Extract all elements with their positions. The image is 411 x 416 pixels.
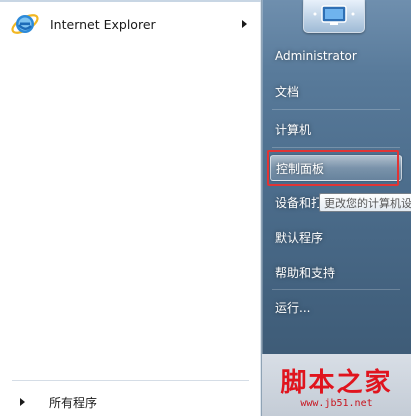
right-item-documents[interactable]: 文档 (270, 78, 402, 104)
internet-explorer-icon (8, 8, 42, 40)
places-divider (272, 147, 400, 148)
submenu-arrow-icon[interactable] (242, 20, 247, 28)
places-divider (272, 109, 400, 110)
pinned-item-label: Internet Explorer (50, 16, 156, 32)
right-item-label: 计算机 (275, 122, 312, 137)
tooltip: 更改您的计算机设 (319, 193, 411, 212)
user-picture[interactable] (303, 0, 365, 33)
right-item-label: 运行... (275, 300, 311, 315)
right-item-help-support[interactable]: 帮助和支持 (270, 259, 402, 285)
start-menu: Internet Explorer 所有程序 Administrator 文档 (0, 0, 411, 416)
places-divider (272, 289, 400, 290)
all-programs-label: 所有程序 (49, 395, 98, 410)
programs-pane: Internet Explorer 所有程序 (0, 0, 262, 416)
pinned-item-internet-explorer[interactable]: Internet Explorer (8, 8, 253, 40)
watermark: 脚本之家 www.jb51.net (262, 358, 411, 416)
right-item-computer[interactable]: 计算机 (270, 116, 402, 142)
right-item-label: Administrator (275, 49, 357, 63)
right-item-label: 帮助和支持 (275, 265, 336, 280)
right-item-label: 文档 (275, 84, 300, 99)
all-programs-button[interactable]: 所有程序 (10, 392, 240, 412)
highlight-annotation (267, 150, 399, 186)
right-item-label: 默认程序 (275, 230, 324, 245)
right-item-run[interactable]: 运行... (270, 294, 402, 320)
watermark-title: 脚本之家 (280, 368, 393, 398)
all-programs-divider (12, 380, 249, 381)
right-item-administrator[interactable]: Administrator (270, 43, 402, 69)
tooltip-text: 更改您的计算机设 (324, 196, 411, 210)
watermark-url: www.jb51.net (300, 398, 373, 409)
right-item-default-programs[interactable]: 默认程序 (270, 224, 402, 250)
play-arrow-icon (20, 398, 25, 406)
